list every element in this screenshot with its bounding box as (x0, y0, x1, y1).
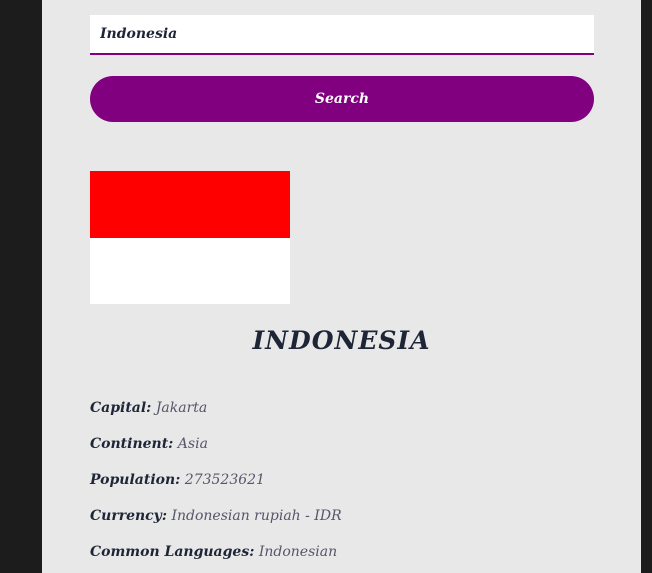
languages-value: Indonesian (258, 544, 338, 560)
flag-bottom-stripe (90, 237, 290, 304)
capital-label: Capital: (90, 400, 152, 416)
languages-label: Common Languages: (90, 544, 255, 560)
currency-value: Indonesian rupiah - IDR (171, 508, 342, 524)
country-name-heading: INDONESIA (252, 326, 431, 355)
continent-row: Continent: Asia (90, 436, 208, 452)
capital-row: Capital: Jakarta (90, 400, 207, 416)
currency-label: Currency: (90, 508, 167, 524)
languages-row: Common Languages: Indonesian (90, 544, 337, 560)
country-flag-image (90, 171, 290, 304)
continent-label: Continent: (90, 436, 174, 452)
search-button[interactable]: Search (90, 76, 594, 122)
population-label: Population: (90, 472, 181, 488)
currency-row: Currency: Indonesian rupiah - IDR (90, 508, 342, 524)
flag-top-stripe (90, 171, 290, 238)
capital-value: Jakarta (155, 400, 208, 416)
main-panel: Search INDONESIA Capital: Jakarta Contin… (42, 0, 641, 573)
population-row: Population: 273523621 (90, 472, 265, 488)
country-search-input[interactable] (90, 15, 594, 55)
population-value: 273523621 (184, 472, 265, 488)
continent-value: Asia (177, 436, 208, 452)
